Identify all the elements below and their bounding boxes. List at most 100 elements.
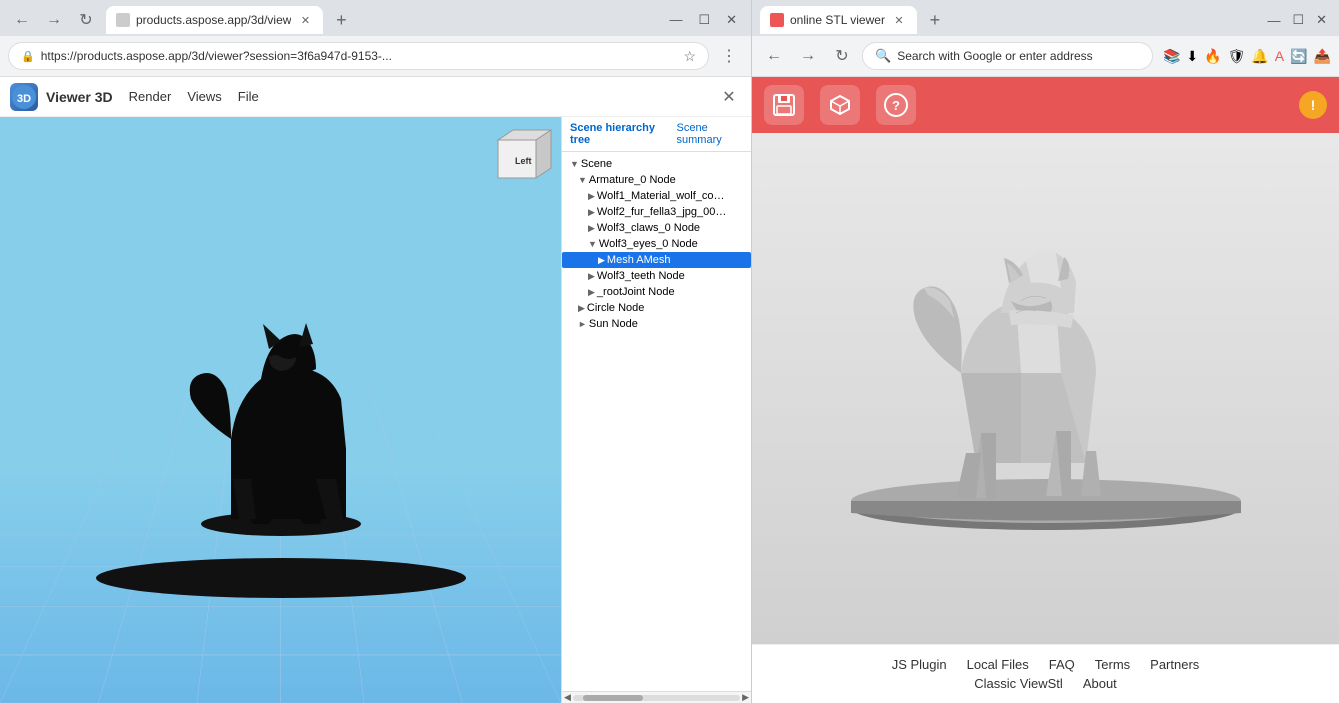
right-close-button[interactable]: ✕ (1316, 12, 1327, 28)
tree-arrow: ▶ (578, 303, 585, 314)
scroll-thumb[interactable] (583, 695, 643, 701)
right-tab-title: online STL viewer (790, 13, 885, 27)
tree-item-wolf3-claws[interactable]: ▶ Wolf3_claws_0 Node (562, 220, 751, 236)
tree-item-armature[interactable]: ▼ Armature_0 Node (562, 172, 751, 188)
scroll-track[interactable] (573, 695, 740, 701)
svg-text:3D: 3D (17, 93, 31, 105)
browser-icon-3[interactable]: 🔥 (1204, 48, 1221, 65)
browser-menu-button[interactable]: ⋮ (715, 42, 743, 70)
tree-item-rootjoint[interactable]: ▶ _rootJoint Node (562, 284, 751, 300)
right-maximize-button[interactable]: ☐ (1292, 12, 1304, 28)
browser-icon-1[interactable]: 📚 (1163, 48, 1180, 65)
footer-link-terms[interactable]: Terms (1095, 657, 1130, 672)
right-wolf-model (846, 153, 1246, 533)
footer-link-faq[interactable]: FAQ (1049, 657, 1075, 672)
browser-icon-2[interactable]: ⬇ (1186, 48, 1198, 65)
right-url-bar[interactable]: 🔍 Search with Google or enter address (862, 42, 1153, 70)
info-badge-text: ! (1311, 97, 1316, 113)
tree-arrow: ▶ (588, 191, 595, 202)
app-titlebar: 3D Viewer 3D Render Views File ✕ (0, 77, 751, 117)
tree-item-wolf2[interactable]: ▶ Wolf2_fur_fella3_jpg_001_0... (562, 204, 751, 220)
right-new-tab-button[interactable]: + (921, 6, 949, 34)
tree-label: Wolf2_fur_fella3_jpg_001_0... (597, 206, 727, 218)
close-window-button[interactable]: ✕ (720, 10, 743, 30)
menu-views[interactable]: Views (187, 89, 221, 104)
app-title: Viewer 3D (46, 89, 113, 105)
footer-links-row2: Classic ViewStl About (768, 676, 1323, 691)
right-back-button[interactable]: ← (760, 42, 788, 70)
url-bar[interactable]: 🔒 https://products.aspose.app/3d/viewer?… (8, 42, 709, 70)
lock-icon: 🔒 (21, 50, 35, 63)
tree-item-wolf3-eyes[interactable]: ▼ Wolf3_eyes_0 Node (562, 236, 751, 252)
tree-label: _rootJoint Node (597, 286, 675, 298)
tab-favicon (116, 13, 130, 27)
tab-scene-summary[interactable]: Scene summary (669, 117, 751, 151)
tab-close-button[interactable]: ✕ (297, 12, 313, 28)
tree-item-circle[interactable]: ▶ Circle Node (562, 300, 751, 316)
tree-label: Sun Node (589, 318, 638, 330)
scene-panel-tabs: Scene hierarchy tree Scene summary (562, 117, 751, 152)
bookmark-icon[interactable]: ☆ (683, 48, 696, 65)
save-button[interactable] (764, 85, 804, 125)
tree-arrow: ▶ (598, 255, 605, 266)
menu-file[interactable]: File (238, 89, 259, 104)
main-content: Left Scene hierarchy tree Scene summary … (0, 117, 751, 703)
svg-text:?: ? (892, 98, 900, 113)
menu-render[interactable]: Render (129, 89, 172, 104)
footer-link-partners[interactable]: Partners (1150, 657, 1199, 672)
left-tab-bar: ← → ↻ products.aspose.app/3d/view ✕ + — … (0, 0, 751, 36)
reload-button[interactable]: ↻ (72, 6, 100, 34)
footer-link-about[interactable]: About (1083, 676, 1117, 691)
3d-viewport[interactable]: Left (0, 117, 561, 703)
tree-item-mesh-amesh[interactable]: ▶ Mesh AMesh (562, 252, 751, 268)
right-reload-button[interactable]: ↻ (828, 42, 856, 70)
help-button[interactable]: ? (876, 85, 916, 125)
info-badge[interactable]: ! (1299, 91, 1327, 119)
orientation-cube[interactable]: Left (493, 125, 553, 185)
right-app-header: ? ! (752, 77, 1339, 133)
right-3d-viewport[interactable] (752, 133, 1339, 644)
right-window-controls: — ☐ ✕ (1267, 12, 1331, 28)
right-tab-close[interactable]: ✕ (891, 12, 907, 28)
app-close-button[interactable]: ✕ (717, 85, 741, 109)
tree-item-sun[interactable]: ► Sun Node (562, 316, 751, 332)
tree-arrow: ▼ (588, 239, 597, 249)
active-tab[interactable]: products.aspose.app/3d/view ✕ (106, 6, 323, 34)
left-window: ← → ↻ products.aspose.app/3d/view ✕ + — … (0, 0, 752, 703)
left-browser-chrome: ← → ↻ products.aspose.app/3d/view ✕ + — … (0, 0, 751, 77)
minimize-button[interactable]: — (663, 10, 688, 30)
model-view-button[interactable] (820, 85, 860, 125)
footer-link-js-plugin[interactable]: JS Plugin (892, 657, 947, 672)
footer-link-local-files[interactable]: Local Files (967, 657, 1029, 672)
right-forward-button[interactable]: → (794, 42, 822, 70)
right-footer: JS Plugin Local Files FAQ Terms Partners… (752, 644, 1339, 703)
svg-text:Left: Left (515, 156, 532, 166)
browser-icon-6[interactable]: A (1275, 48, 1284, 64)
scroll-right-arrow[interactable]: ▶ (742, 692, 749, 703)
wolf-model-left (151, 279, 411, 539)
address-bar: 🔒 https://products.aspose.app/3d/viewer?… (0, 36, 751, 76)
tree-label: Mesh AMesh (607, 254, 671, 266)
forward-button[interactable]: → (40, 6, 68, 34)
tab-title: products.aspose.app/3d/view (136, 13, 291, 27)
footer-link-classic-viewstl[interactable]: Classic ViewStl (974, 676, 1063, 691)
tree-scrollbar[interactable]: ◀ ▶ (562, 691, 751, 703)
right-active-tab[interactable]: online STL viewer ✕ (760, 6, 917, 34)
browser-icon-7[interactable]: 🔄 (1290, 48, 1307, 65)
right-minimize-button[interactable]: — (1267, 13, 1280, 28)
tree-arrow: ► (578, 319, 587, 329)
browser-icon-8[interactable]: 📤 (1314, 48, 1331, 65)
back-button[interactable]: ← (8, 6, 36, 34)
tree-label: Wolf1_Material_wolf_col_tg... (597, 190, 727, 202)
maximize-button[interactable]: ☐ (692, 10, 716, 30)
tab-scene-hierarchy[interactable]: Scene hierarchy tree (562, 117, 669, 151)
scroll-left-arrow[interactable]: ◀ (564, 692, 571, 703)
tree-item-scene[interactable]: ▼ Scene (562, 156, 751, 172)
browser-icon-4[interactable]: 🛡 (1228, 48, 1246, 65)
new-tab-button[interactable]: + (327, 6, 355, 34)
tree-item-wolf3-teeth[interactable]: ▶ Wolf3_teeth Node (562, 268, 751, 284)
browser-icon-5[interactable]: 🔔 (1251, 48, 1268, 65)
tree-item-wolf1[interactable]: ▶ Wolf1_Material_wolf_col_tg... (562, 188, 751, 204)
tree-arrow: ▶ (588, 223, 595, 234)
app-logo: 3D (10, 83, 38, 111)
